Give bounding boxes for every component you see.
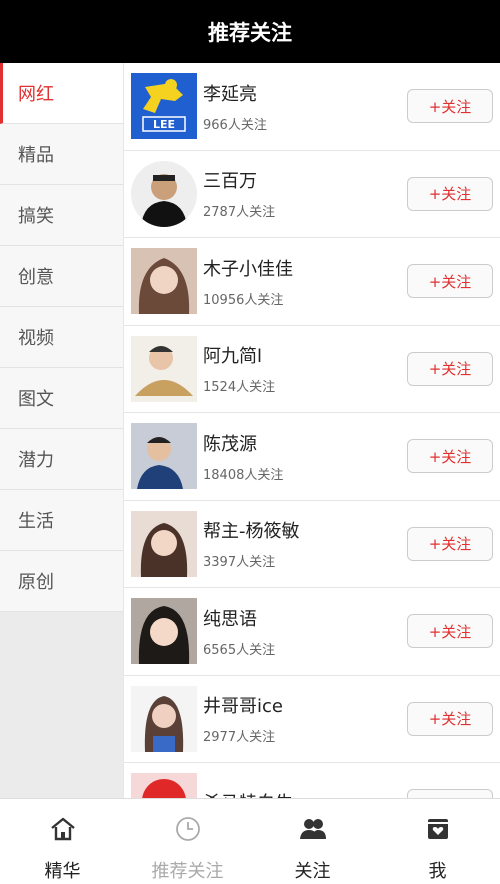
sidebar-item-yuanchuang[interactable]: 原创 — [0, 551, 123, 612]
tab-follow[interactable]: 关注 — [250, 799, 375, 884]
sidebar-item-label: 原创 — [18, 572, 54, 593]
sidebar-item-label: 潜力 — [18, 450, 54, 471]
list-item[interactable]: LEE 李延亮 966人关注 +关注 — [124, 63, 500, 151]
sidebar-item-label: 生活 — [18, 511, 54, 532]
follower-count: 18408人关注 — [203, 467, 284, 483]
sidebar-item-shenghuo[interactable]: 生活 — [0, 490, 123, 551]
user-name[interactable]: 帮主-杨筱敏 — [203, 517, 300, 545]
tab-recommend[interactable]: 推荐关注 — [125, 799, 250, 884]
sidebar-item-tuwen[interactable]: 图文 — [0, 368, 123, 429]
page-title: 推荐关注 — [208, 20, 292, 45]
follow-button[interactable]: +关注 — [407, 264, 493, 298]
avatar[interactable] — [131, 160, 197, 227]
sidebar-item-shipin[interactable]: 视频 — [0, 307, 123, 368]
sidebar-item-gaoxiao[interactable]: 搞笑 — [0, 185, 123, 246]
avatar[interactable] — [131, 685, 197, 752]
user-name[interactable]: 李延亮 — [203, 80, 267, 108]
list-item[interactable]: 杀马特白牛 +关注 — [124, 763, 500, 798]
recommend-list[interactable]: LEE 李延亮 966人关注 +关注 三百万 2787人关注 +关注 木子小佳佳… — [123, 63, 500, 798]
follow-button[interactable]: +关注 — [407, 614, 493, 648]
follow-button[interactable]: +关注 — [407, 351, 493, 386]
avatar[interactable]: LEE — [131, 73, 197, 140]
category-sidebar: 网红 精品 搞笑 创意 视频 图文 潜力 生活 原创 — [0, 63, 123, 799]
list-item[interactable]: 帮主-杨筱敏 3397人关注 +关注 — [124, 501, 500, 588]
follower-count: 2787人关注 — [203, 205, 276, 221]
tab-label: 精华 — [44, 861, 81, 882]
follower-count: 3397人关注 — [203, 555, 276, 571]
sidebar-item-label: 精品 — [18, 145, 54, 166]
list-item[interactable]: 陈茂源 18408人关注 +关注 — [124, 413, 500, 501]
follower-count: 966人关注 — [203, 117, 267, 133]
tab-label: 推荐关注 — [151, 861, 224, 882]
list-item[interactable]: 木子小佳佳 10956人关注 +关注 — [124, 238, 500, 326]
sidebar-item-label: 图文 — [18, 389, 54, 410]
bottom-tab-bar: 精华 推荐关注 关注 我 — [0, 798, 500, 884]
clock-icon — [175, 817, 200, 841]
sidebar-item-label: 创意 — [18, 267, 54, 288]
list-item[interactable]: 阿九简l 1524人关注 +关注 — [124, 326, 500, 413]
user-name[interactable]: 井哥哥ice — [203, 692, 283, 720]
sidebar-item-wanghong[interactable]: 网红 — [0, 63, 123, 124]
follower-count: 6565人关注 — [203, 642, 276, 658]
svg-text:LEE: LEE — [153, 118, 175, 131]
avatar[interactable] — [131, 510, 197, 577]
tab-jinghua[interactable]: 精华 — [0, 799, 125, 884]
follow-button[interactable]: +关注 — [407, 439, 493, 473]
users-icon — [299, 819, 326, 839]
user-name[interactable]: 阿九简l — [203, 342, 275, 370]
list-item[interactable]: 井哥哥ice 2977人关注 +关注 — [124, 676, 500, 763]
follow-button[interactable]: +关注 — [407, 526, 493, 561]
home-icon — [50, 817, 75, 841]
follower-count: 2977人关注 — [203, 730, 276, 746]
user-name[interactable]: 杀马特白牛 — [203, 789, 293, 798]
avatar[interactable] — [131, 598, 197, 665]
user-name[interactable]: 陈茂源 — [203, 430, 283, 458]
profile-box-icon — [427, 819, 448, 839]
sidebar-item-label: 视频 — [18, 328, 54, 349]
list-item[interactable]: 三百万 2787人关注 +关注 — [124, 151, 500, 238]
list-item[interactable]: 纯思语 6565人关注 +关注 — [124, 588, 500, 676]
avatar[interactable] — [131, 335, 197, 402]
sidebar-item-jingpin[interactable]: 精品 — [0, 124, 123, 185]
sidebar-item-chuangyi[interactable]: 创意 — [0, 246, 123, 307]
follow-button[interactable]: +关注 — [407, 89, 493, 123]
follower-count: 10956人关注 — [203, 292, 284, 308]
sidebar-empty-area — [0, 612, 123, 799]
follow-button[interactable]: +关注 — [407, 701, 493, 736]
sidebar-item-label: 搞笑 — [18, 206, 54, 227]
user-name[interactable]: 纯思语 — [203, 605, 275, 633]
sidebar-item-label: 网红 — [18, 84, 54, 105]
tab-label: 我 — [428, 861, 447, 882]
follow-button[interactable]: +关注 — [407, 176, 493, 211]
avatar[interactable] — [131, 423, 197, 490]
avatar[interactable] — [131, 773, 197, 798]
avatar[interactable] — [131, 248, 197, 315]
sidebar-item-qianli[interactable]: 潜力 — [0, 429, 123, 490]
tab-label: 关注 — [294, 861, 331, 882]
user-name[interactable]: 木子小佳佳 — [203, 255, 293, 283]
follow-button[interactable]: +关注 — [407, 789, 493, 798]
tab-me[interactable]: 我 — [375, 799, 500, 884]
follower-count: 1524人关注 — [203, 380, 276, 396]
user-name[interactable]: 三百万 — [203, 167, 275, 195]
top-bar: 推荐关注 — [0, 0, 500, 63]
